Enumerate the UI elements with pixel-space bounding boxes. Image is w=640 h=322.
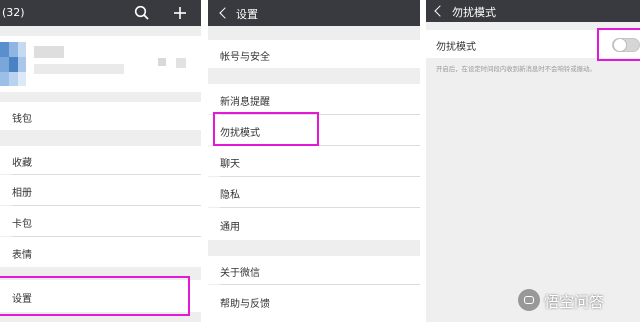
menu-item-label: 隐私 xyxy=(220,190,240,201)
menu-item-label: 收藏 xyxy=(12,158,32,169)
toggle-label: 勿扰模式 xyxy=(436,42,476,53)
qr-code-blurred-2 xyxy=(176,58,186,68)
menu-item-favorites[interactable]: 收藏 xyxy=(0,146,201,174)
description-text: 开启后，在设定时间段内收到新消息时不会响铃或振动。 xyxy=(436,65,596,73)
menu-item-cards[interactable]: 卡包 xyxy=(0,206,201,236)
avatar xyxy=(0,42,26,86)
menu-item-album[interactable]: 相册 xyxy=(0,175,201,205)
back-icon[interactable] xyxy=(219,7,231,19)
top-bar: (32) xyxy=(0,0,201,26)
profile-name-blurred xyxy=(34,46,64,58)
menu-item-privacy[interactable]: 隐私 xyxy=(208,177,420,207)
menu-item-stickers[interactable]: 表情 xyxy=(0,237,201,267)
do-not-disturb-screen: 勿扰模式 勿扰模式 开启后，在设定时间段内收到新消息时不会响铃或振动。 xyxy=(426,0,640,322)
back-icon[interactable] xyxy=(434,5,446,17)
do-not-disturb-highlight-box xyxy=(213,112,319,146)
top-bar: 设置 xyxy=(208,0,420,26)
menu-item-label: 相册 xyxy=(12,188,32,199)
menu-item-label: 表情 xyxy=(12,250,32,261)
menu-item-label: 通用 xyxy=(220,222,240,233)
watermark-logo-icon xyxy=(518,289,540,311)
qr-code-blurred xyxy=(158,58,166,66)
menu-item-general[interactable]: 通用 xyxy=(208,208,420,240)
switch-highlight-box xyxy=(597,28,640,61)
menu-item-help-feedback[interactable]: 帮助与反馈 xyxy=(208,285,420,322)
menu-item-label: 关于微信 xyxy=(220,268,260,279)
menu-item-label: 新消息提醒 xyxy=(220,97,270,108)
settings-screen: 设置 帐号与安全 新消息提醒 勿扰模式 聊天 隐私 通用 关于微信 帮助与反馈 xyxy=(208,0,420,322)
menu-item-label: 帐号与安全 xyxy=(220,52,270,63)
top-bar-title: 勿扰模式 xyxy=(452,6,496,19)
settings-highlight-box xyxy=(0,276,190,316)
watermark-text: 悟空问答 xyxy=(544,293,605,311)
search-icon[interactable] xyxy=(134,5,150,21)
menu-item-label: 钱包 xyxy=(12,114,32,125)
profile-card[interactable] xyxy=(0,36,201,92)
profile-id-blurred xyxy=(34,64,124,74)
menu-item-about[interactable]: 关于微信 xyxy=(208,256,420,284)
menu-item-label: 卡包 xyxy=(12,219,32,230)
top-bar-title: 设置 xyxy=(236,8,258,21)
menu-item-chat[interactable]: 聊天 xyxy=(208,146,420,176)
top-bar: 勿扰模式 xyxy=(426,0,640,22)
plus-icon[interactable] xyxy=(172,5,188,21)
menu-item-account-security[interactable]: 帐号与安全 xyxy=(208,40,420,68)
me-screen: (32) 钱包 收藏 相册 卡包 表情 设置 xyxy=(0,0,201,322)
top-bar-title: (32) xyxy=(2,6,25,19)
menu-item-label: 帮助与反馈 xyxy=(220,299,270,310)
menu-item-wallet[interactable]: 钱包 xyxy=(0,102,201,130)
menu-item-label: 聊天 xyxy=(220,159,240,170)
menu-item-notifications[interactable]: 新消息提醒 xyxy=(208,84,420,114)
